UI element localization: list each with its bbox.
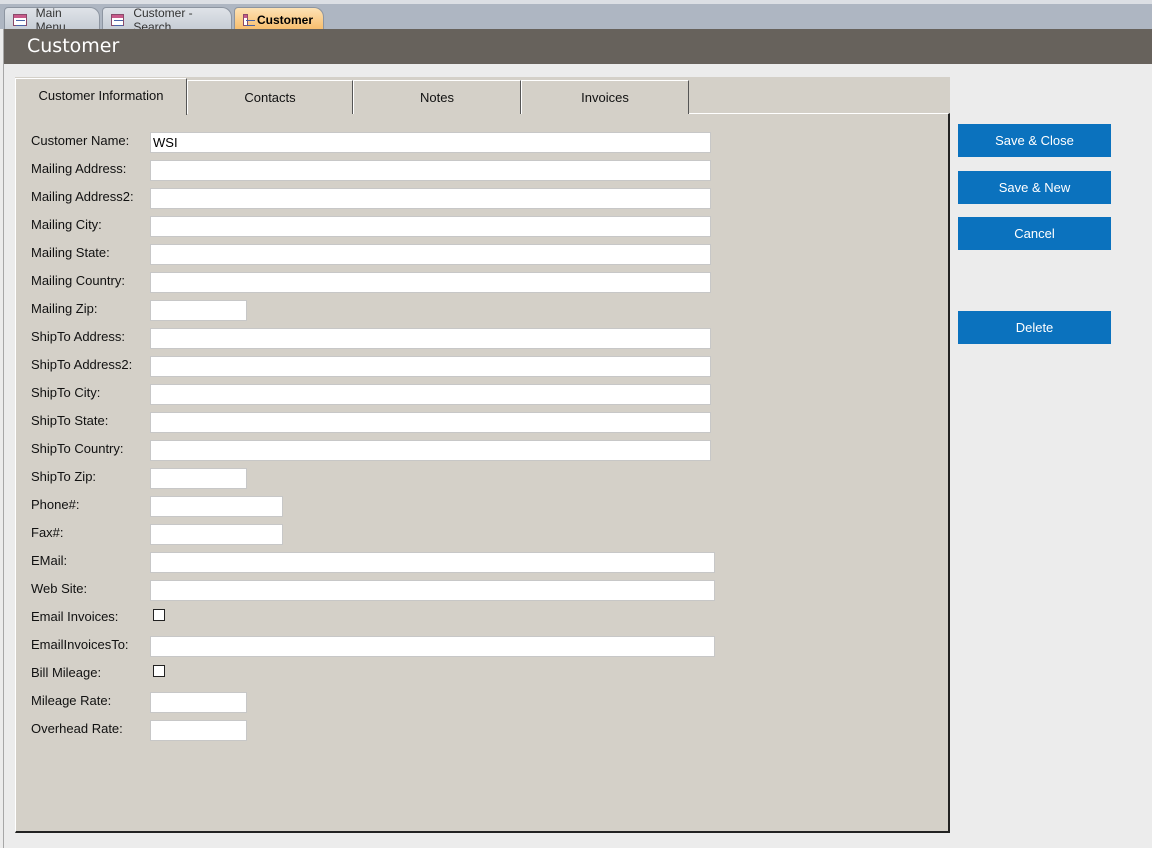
shipto-zip-label: ShipTo Zip: [31, 469, 97, 484]
overhead-rate-input[interactable] [150, 720, 247, 741]
tab-label: Invoices [581, 90, 629, 105]
shipto-address2-input[interactable] [150, 356, 711, 377]
left-border [0, 29, 4, 848]
fax-input[interactable] [150, 524, 283, 545]
shipto-city-input[interactable] [150, 384, 711, 405]
tab-invoices[interactable]: Invoices [521, 80, 689, 114]
mailing-zip-label: Mailing Zip: [31, 301, 98, 316]
mailing-country-input[interactable] [150, 272, 711, 293]
shipto-zip-input[interactable] [150, 468, 247, 489]
form-icon [243, 14, 255, 26]
mailing-city-input[interactable] [150, 216, 711, 237]
cancel-button[interactable]: Cancel [958, 217, 1111, 250]
mailing-zip-input[interactable] [150, 300, 247, 321]
customer-name-input[interactable] [150, 132, 711, 153]
tab-customer-information[interactable]: Customer Information [15, 78, 187, 115]
shipto-country-label: ShipTo Country: [31, 441, 124, 456]
mileage-rate-label: Mileage Rate: [31, 693, 112, 708]
mailing-country-label: Mailing Country: [31, 273, 125, 288]
shipto-address-label: ShipTo Address: [31, 329, 125, 344]
form-icon [13, 14, 27, 26]
form-header: Customer [4, 29, 1152, 64]
mailing-address2-label: Mailing Address2: [31, 189, 134, 204]
bill-mileage-checkbox[interactable] [153, 665, 165, 677]
mailing-state-label: Mailing State: [31, 245, 110, 260]
web-site-label: Web Site: [31, 581, 88, 596]
web-site-input[interactable] [150, 580, 715, 601]
save-close-button[interactable]: Save & Close [958, 124, 1111, 157]
mailing-city-label: Mailing City: [31, 217, 102, 232]
save-new-button[interactable]: Save & New [958, 171, 1111, 204]
form-icon [111, 14, 125, 26]
email-invoices-checkbox[interactable] [153, 609, 165, 621]
shipto-address-input[interactable] [150, 328, 711, 349]
mileage-rate-input[interactable] [150, 692, 247, 713]
delete-button[interactable]: Delete [958, 311, 1111, 344]
shipto-city-label: ShipTo City: [31, 385, 101, 400]
page-title: Customer [27, 35, 120, 57]
mailing-address-input[interactable] [150, 160, 711, 181]
shipto-address2-label: ShipTo Address2: [31, 357, 133, 372]
doc-tab-label: Customer [256, 13, 313, 27]
tab-label: Notes [420, 90, 454, 105]
tab-notes[interactable]: Notes [353, 80, 521, 114]
mailing-address-label: Mailing Address: [31, 161, 127, 176]
shipto-country-input[interactable] [150, 440, 711, 461]
overhead-rate-label: Overhead Rate: [31, 721, 123, 736]
tab-label: Customer Information [38, 88, 164, 103]
email-input[interactable] [150, 552, 715, 573]
mailing-state-input[interactable] [150, 244, 711, 265]
email-invoices-to-input[interactable] [150, 636, 715, 657]
tab-contacts[interactable]: Contacts [187, 80, 353, 114]
email-label: EMail: [31, 553, 68, 568]
customer-name-label: Customer Name: [31, 133, 130, 148]
shipto-state-label: ShipTo State: [31, 413, 109, 428]
document-tab-strip: Main Menu Customer - Search Customer [0, 0, 1152, 34]
shipto-state-input[interactable] [150, 412, 711, 433]
mailing-address2-input[interactable] [150, 188, 711, 209]
phone-label: Phone#: [31, 497, 80, 512]
phone-input[interactable] [150, 496, 283, 517]
fax-label: Fax#: [31, 525, 64, 540]
bill-mileage-label: Bill Mileage: [31, 665, 102, 680]
email-invoices-label: Email Invoices: [31, 609, 119, 624]
tab-label: Contacts [244, 90, 296, 105]
email-invoices-to-label: EmailInvoicesTo: [31, 637, 129, 652]
